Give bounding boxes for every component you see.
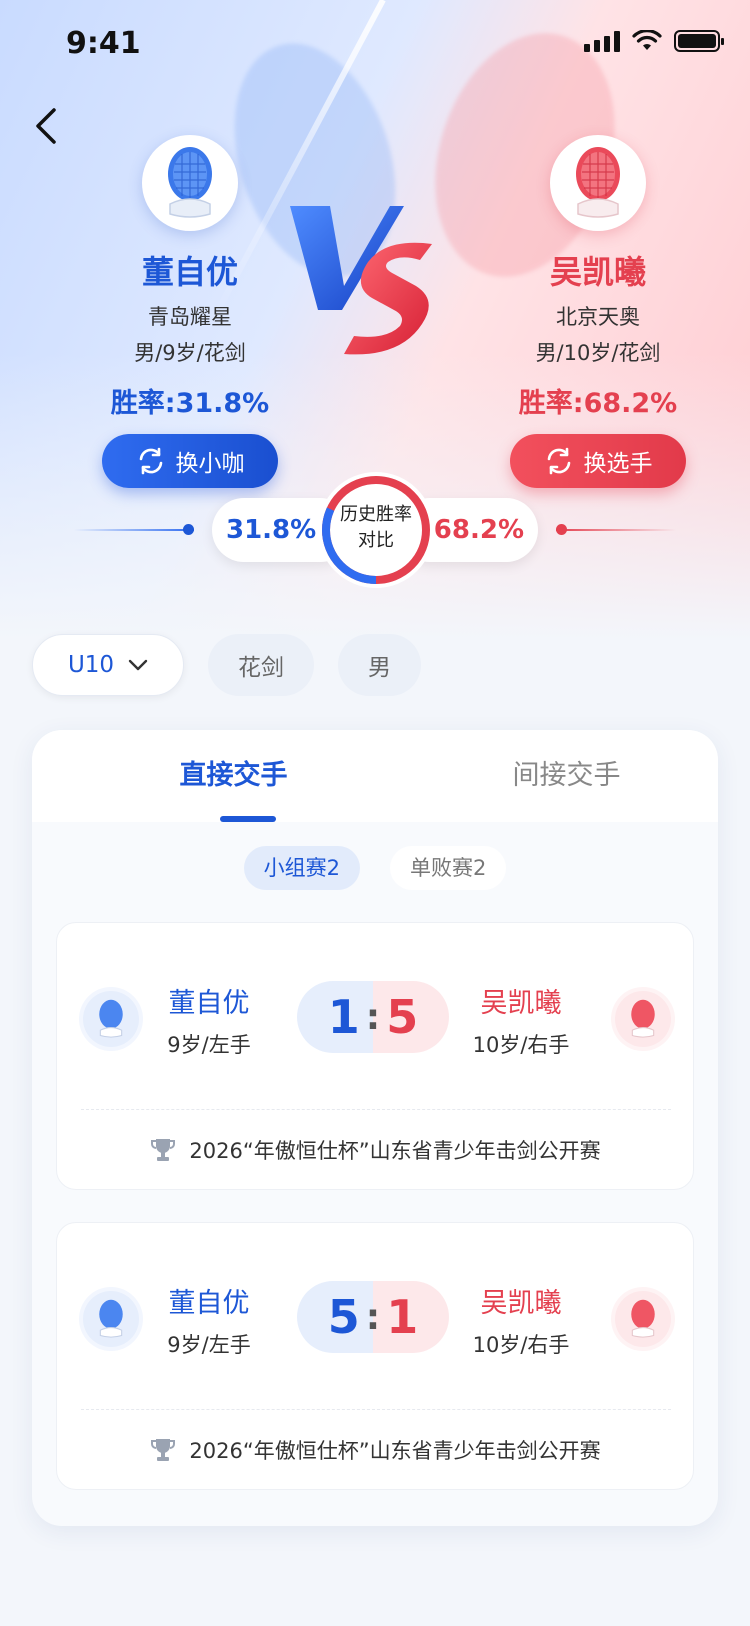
active-tab-indicator	[220, 816, 276, 822]
match-left-name: 董自优	[168, 988, 250, 1019]
gender-filter-chip[interactable]: 男	[338, 634, 421, 696]
win-rate-ring-label: 历史胜率 对比	[316, 502, 436, 554]
left-comparison-dot	[183, 524, 194, 535]
subtab-group-stage[interactable]: 小组赛2	[243, 846, 360, 890]
status-bar: 9:41	[0, 0, 750, 90]
fencing-mask-icon	[99, 999, 123, 1038]
filter-bar: U10 花剑 男	[32, 634, 421, 696]
chevron-down-icon	[128, 659, 148, 671]
win-rate-comparison: 31.8% 68.2% 历史胜率 对比	[0, 468, 750, 588]
left-player-meta: 男/9岁/花剑	[134, 341, 246, 365]
fencing-mask-icon	[631, 999, 655, 1038]
subtab-knockout[interactable]: 单败赛2	[390, 846, 507, 890]
match-right-score: 1	[386, 1290, 419, 1344]
match-left-avatar	[83, 1291, 139, 1347]
match-right-meta: 10岁/右手	[472, 1033, 570, 1057]
tab-bar: 直接交手 间接交手	[32, 730, 718, 822]
right-comparison-dot	[556, 524, 567, 535]
battery-icon	[674, 30, 724, 52]
fencing-mask-icon	[168, 147, 212, 218]
match-right-avatar	[615, 1291, 671, 1347]
head-to-head-card: 直接交手 间接交手 小组赛2 单败赛2 董自优 9岁/左手 1 : 5 吴凯曦 …	[32, 730, 718, 1526]
right-comparison-line	[556, 529, 676, 531]
ring-label-line1: 历史胜率	[340, 504, 412, 525]
status-time: 9:41	[66, 26, 141, 61]
fencing-mask-icon	[631, 1299, 655, 1338]
match-card[interactable]: 董自优 9岁/左手 1 : 5 吴凯曦 10岁/右手 2026“年傲恒仕杯”山东…	[56, 922, 694, 1190]
age-group-value: U10	[67, 652, 115, 678]
match-divider	[81, 1109, 671, 1110]
signal-icon	[584, 30, 620, 52]
match-left-score: 1	[327, 990, 360, 1044]
match-left-avatar	[83, 991, 139, 1047]
age-group-dropdown[interactable]: U10	[32, 634, 184, 696]
match-card[interactable]: 董自优 9岁/左手 5 : 1 吴凯曦 10岁/右手 2026“年傲恒仕杯”山东…	[56, 1222, 694, 1490]
match-left-name: 董自优	[168, 1288, 250, 1319]
right-percent: 68.2%	[433, 515, 524, 545]
match-right-name: 吴凯曦	[480, 1288, 562, 1319]
match-right-avatar	[615, 991, 671, 1047]
match-event-name: 2026“年傲恒仕杯”山东省青少年击剑公开赛	[189, 1439, 601, 1463]
match-event: 2026“年傲恒仕杯”山东省青少年击剑公开赛	[57, 1435, 695, 1465]
left-player-club: 青岛耀星	[148, 305, 232, 329]
fencing-mask-icon	[99, 1299, 123, 1338]
right-player-panel: 吴凯曦 北京天奥 男/10岁/花剑 胜率:68.2% 换选手	[468, 135, 728, 488]
match-event-name: 2026“年傲恒仕杯”山东省青少年击剑公开赛	[189, 1139, 601, 1163]
left-player-avatar[interactable]	[142, 135, 238, 231]
tab-direct[interactable]: 直接交手	[32, 730, 375, 822]
match-right-meta: 10岁/右手	[472, 1333, 570, 1357]
match-event: 2026“年傲恒仕杯”山东省青少年击剑公开赛	[57, 1135, 695, 1165]
match-left-meta: 9岁/左手	[167, 1033, 251, 1057]
status-icons	[584, 30, 724, 52]
stage-subtabs: 小组赛2 单败赛2	[32, 846, 718, 890]
left-player-win-rate: 胜率:31.8%	[110, 388, 270, 419]
trophy-icon	[151, 1439, 176, 1461]
left-comparison-line	[74, 529, 194, 531]
right-player-avatar[interactable]	[550, 135, 646, 231]
match-left-score: 5	[327, 1290, 360, 1344]
match-score: 5 : 1	[297, 1281, 449, 1353]
right-player-win-rate: 胜率:68.2%	[518, 388, 678, 419]
left-player-name: 董自优	[141, 253, 238, 291]
vs-logo	[290, 206, 432, 355]
score-separator: :	[365, 1296, 381, 1338]
ring-label-line2: 对比	[358, 530, 394, 551]
match-right-name: 吴凯曦	[480, 988, 562, 1019]
left-player-panel: 董自优 青岛耀星 男/9岁/花剑 胜率:31.8% 换小咖	[60, 135, 320, 488]
right-player-meta: 男/10岁/花剑	[535, 341, 661, 365]
match-right-score: 5	[386, 990, 419, 1044]
left-percent: 31.8%	[226, 515, 317, 545]
match-divider	[81, 1409, 671, 1410]
match-score: 1 : 5	[297, 981, 449, 1053]
right-player-club: 北京天奥	[556, 305, 640, 329]
weapon-filter-chip[interactable]: 花剑	[208, 634, 314, 696]
score-separator: :	[365, 996, 381, 1038]
fencing-mask-icon	[576, 147, 620, 218]
trophy-icon	[151, 1139, 176, 1161]
tab-indirect[interactable]: 间接交手	[375, 730, 718, 822]
match-left-meta: 9岁/左手	[167, 1333, 251, 1357]
wifi-icon	[632, 30, 662, 50]
right-player-name: 吴凯曦	[549, 253, 646, 291]
